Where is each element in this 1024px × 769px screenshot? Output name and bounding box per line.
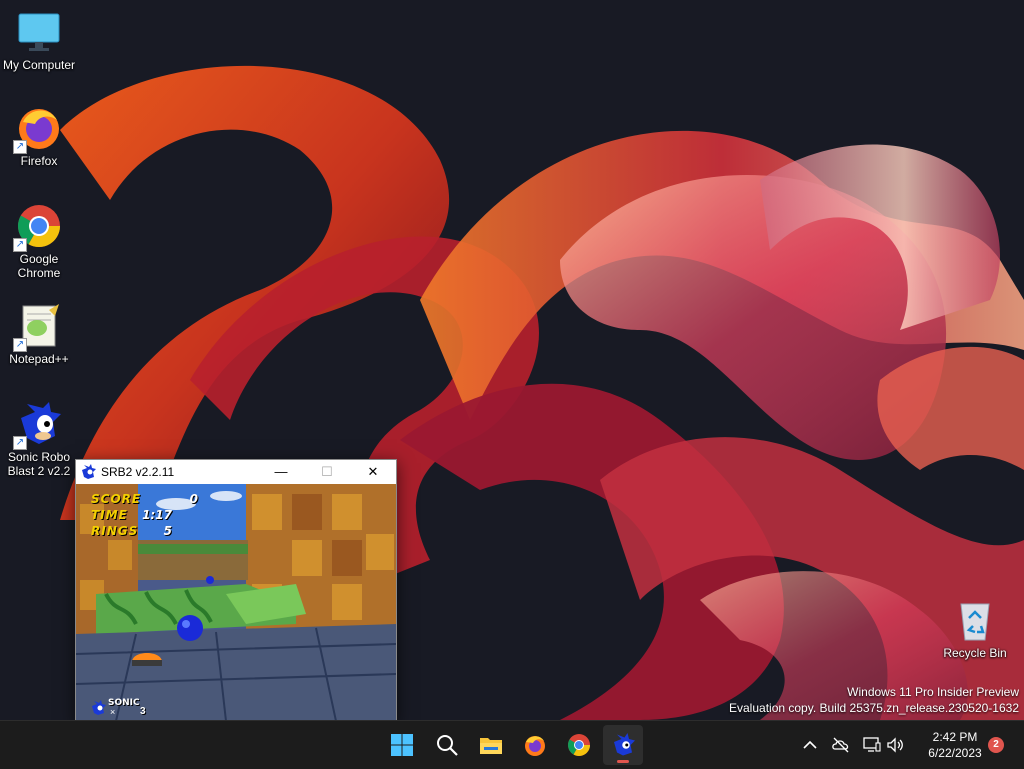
desktop-icon-notepadpp[interactable]: ↗ Notepad++ (0, 302, 78, 366)
chrome-icon (568, 734, 590, 756)
recycle-bin-icon (951, 596, 999, 644)
hud-score-label: SCORE (91, 492, 142, 506)
hud-time-value: 1:17 (142, 508, 172, 522)
hud-score-value: 0 (189, 492, 198, 506)
sonic-icon (614, 733, 635, 756)
watermark-line-2: Evaluation copy. Build 25375.zn_release.… (729, 701, 1019, 715)
desktop-icon-label: Firefox (20, 154, 58, 168)
desktop-icon-srb2[interactable]: ↗ Sonic Robo Blast 2 v2.2 (0, 400, 78, 478)
search-icon (437, 735, 458, 756)
windows-start-icon (391, 734, 413, 756)
sonic-icon: ↗ (13, 400, 63, 450)
desktop-icon-label: Sonic Robo Blast 2 v2.2 (7, 450, 71, 478)
firefox-icon (525, 736, 545, 756)
desktop-icon-recycle-bin[interactable]: Recycle Bin (936, 596, 1014, 660)
desktop-icon-label: My Computer (2, 58, 76, 72)
desktop-icon-label: Recycle Bin (943, 646, 1007, 660)
taskbar-srb2[interactable] (603, 725, 643, 765)
close-button[interactable]: ✕ (350, 460, 396, 484)
active-indicator (617, 760, 629, 763)
desktop-icon-firefox[interactable]: ↗ Firefox (0, 104, 78, 168)
sonic-life-icon (92, 700, 106, 715)
shortcut-arrow-icon: ↗ (13, 338, 27, 352)
chrome-icon: ↗ (13, 202, 63, 252)
game-viewport[interactable]: SCORE 0 TIME 1:17 RINGS 5 SONIC × 3 (76, 484, 396, 721)
windows-watermark: Windows 11 Pro Insider Preview Evaluatio… (729, 684, 1019, 716)
tray-overflow-button[interactable] (800, 735, 820, 755)
taskbar-clock[interactable]: 2:42 PM 6/22/2023 (912, 729, 998, 761)
window-titlebar[interactable]: SRB2 v2.2.11 — ☐ ✕ (76, 460, 396, 484)
taskbar-firefox[interactable] (515, 725, 555, 765)
volume-icon (887, 737, 903, 753)
shortcut-arrow-icon: ↗ (13, 436, 27, 450)
desktop-icon-label: Notepad++ (9, 352, 69, 366)
desktop-icon-my-computer[interactable]: My Computer (0, 8, 78, 72)
taskbar-search-button[interactable] (427, 725, 467, 765)
hud-lives: SONIC × 3 (90, 698, 160, 718)
watermark-line-1: Windows 11 Pro Insider Preview (847, 685, 1019, 699)
srb2-window[interactable]: SRB2 v2.2.11 — ☐ ✕ SCORE 0 TIME 1:17 RIN… (75, 459, 397, 722)
notification-badge[interactable]: 2 (988, 737, 1004, 753)
cloud-off-icon (832, 737, 849, 753)
tray-display[interactable] (862, 735, 882, 755)
monitor-icon (15, 8, 63, 56)
sonic-icon (82, 464, 96, 479)
maximize-button[interactable]: ☐ (304, 460, 350, 484)
hud-rings-value: 5 (163, 524, 172, 538)
taskbar-file-explorer[interactable] (471, 725, 511, 765)
taskbar-chrome[interactable] (559, 725, 599, 765)
hud-lives-count: 3 (140, 706, 146, 717)
clock-time: 2:42 PM (932, 730, 978, 744)
tray-volume[interactable] (885, 735, 905, 755)
hud-time-label: TIME (91, 508, 128, 522)
tray-network[interactable] (831, 735, 851, 755)
clock-date: 6/22/2023 (928, 746, 982, 760)
notepadpp-icon: ↗ (13, 302, 63, 352)
minimize-button[interactable]: — (258, 460, 304, 484)
shortcut-arrow-icon: ↗ (13, 238, 27, 252)
window-title: SRB2 v2.2.11 (101, 465, 175, 479)
firefox-icon: ↗ (13, 104, 63, 154)
shortcut-arrow-icon: ↗ (13, 140, 27, 154)
display-icon (863, 737, 881, 752)
folder-icon (480, 738, 502, 754)
desktop-icon-label: Google Chrome (17, 252, 61, 280)
taskbar-start-button[interactable] (382, 725, 422, 765)
taskbar: 2:42 PM 6/22/2023 2 (0, 720, 1024, 769)
desktop-icon-chrome[interactable]: ↗ Google Chrome (0, 202, 78, 280)
chevron-up-icon (803, 740, 817, 749)
hud-lives-x: × (110, 707, 116, 717)
